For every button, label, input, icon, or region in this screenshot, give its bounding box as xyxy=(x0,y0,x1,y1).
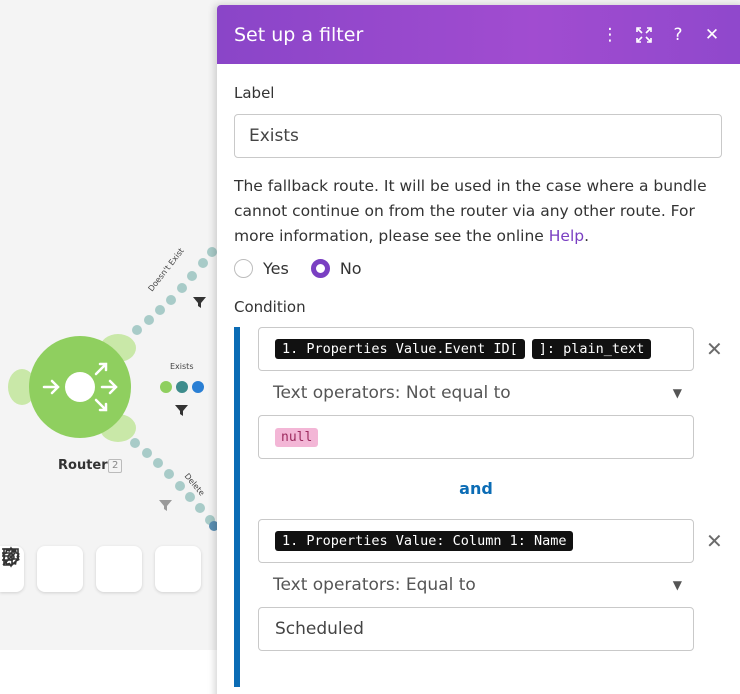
null-keyword-pill[interactable]: null xyxy=(275,427,319,447)
chevron-down-icon: ▼ xyxy=(672,578,682,592)
operator-select[interactable]: Text operators: Equal to ▼ xyxy=(258,563,694,607)
operand-field[interactable]: 1. Properties Value: Column 1: Name xyxy=(258,519,694,563)
mapped-value-pill[interactable]: 1. Properties Value: Column 1: Name xyxy=(275,531,574,551)
comparison-value-field[interactable]: Scheduled xyxy=(258,607,694,651)
close-icon[interactable]: ✕ xyxy=(695,18,729,52)
router-module[interactable] xyxy=(29,336,131,438)
notes-button[interactable] xyxy=(3,546,142,592)
operator-value: Text operators: Equal to xyxy=(273,575,476,595)
filter-icon-exists[interactable] xyxy=(175,405,188,416)
fallback-period: . xyxy=(584,227,590,245)
dialog-header[interactable]: Set up a filter ⋮ ? ✕ xyxy=(217,5,740,64)
filter-icon-delete[interactable] xyxy=(159,500,172,511)
dialog-title: Set up a filter xyxy=(234,23,364,46)
route-label-exists: Exists xyxy=(170,362,194,371)
operand-field[interactable]: 1. Properties Value.Event ID[ ]: plain_t… xyxy=(258,327,694,371)
dialog-header-actions: ⋮ ? ✕ xyxy=(593,18,729,52)
chevron-down-icon: ▼ xyxy=(672,386,682,400)
fallback-no-radio[interactable] xyxy=(310,259,330,278)
more-vertical-icon[interactable]: ⋮ xyxy=(593,18,627,52)
label-input-value: Exists xyxy=(249,126,299,146)
fallback-yes-radio[interactable] xyxy=(234,259,253,278)
fallback-yes-label[interactable]: Yes xyxy=(263,259,289,278)
mapped-value-pill[interactable]: 1. Properties Value.Event ID[ xyxy=(275,339,525,359)
comparison-value-field[interactable]: null xyxy=(258,415,694,459)
canvas-toolbar xyxy=(0,546,201,592)
operator-value: Text operators: Not equal to xyxy=(273,383,511,403)
dialog-body: Label Exists The fallback route. It will… xyxy=(217,64,740,687)
operator-select[interactable]: Text operators: Not equal to ▼ xyxy=(258,371,694,415)
help-icon[interactable]: ? xyxy=(661,18,695,52)
magic-wand-icon xyxy=(2,549,20,566)
remove-condition-icon[interactable]: ✕ xyxy=(706,529,723,553)
ai-assist-button[interactable] xyxy=(2,546,201,592)
filter-icon-doesnt-exist[interactable] xyxy=(193,297,206,308)
condition-block: 1. Properties Value.Event ID[ ]: plain_t… xyxy=(234,327,740,687)
condition-rule: 1. Properties Value: Column 1: Name ✕ xyxy=(258,519,740,563)
condition-label: Condition xyxy=(234,298,306,316)
mapped-value-pill[interactable]: ]: plain_text xyxy=(531,339,652,359)
and-joiner[interactable]: and xyxy=(258,459,694,519)
route-exists-line[interactable] xyxy=(160,381,204,393)
fallback-text: The fallback route. It will be used in t… xyxy=(234,177,707,245)
fallback-radio-group: Yes No xyxy=(234,259,740,278)
label-input[interactable]: Exists xyxy=(234,114,722,158)
condition-rule: 1. Properties Value.Event ID[ ]: plain_t… xyxy=(258,327,740,371)
route-delete-line[interactable] xyxy=(130,438,215,525)
fallback-description: The fallback route. It will be used in t… xyxy=(234,174,730,249)
fallback-no-label[interactable]: No xyxy=(340,259,362,278)
label-field-label: Label xyxy=(234,84,275,102)
help-link[interactable]: Help xyxy=(549,227,584,245)
scenario-settings-button[interactable] xyxy=(2,546,83,592)
remove-condition-icon[interactable]: ✕ xyxy=(706,337,723,361)
router-module-number: 2 xyxy=(108,459,123,473)
filter-dialog: Set up a filter ⋮ ? ✕ Label Exists The f… xyxy=(217,5,740,694)
fullscreen-icon[interactable] xyxy=(627,18,661,52)
router-name: Router xyxy=(58,458,108,473)
comparison-value: Scheduled xyxy=(275,619,364,639)
